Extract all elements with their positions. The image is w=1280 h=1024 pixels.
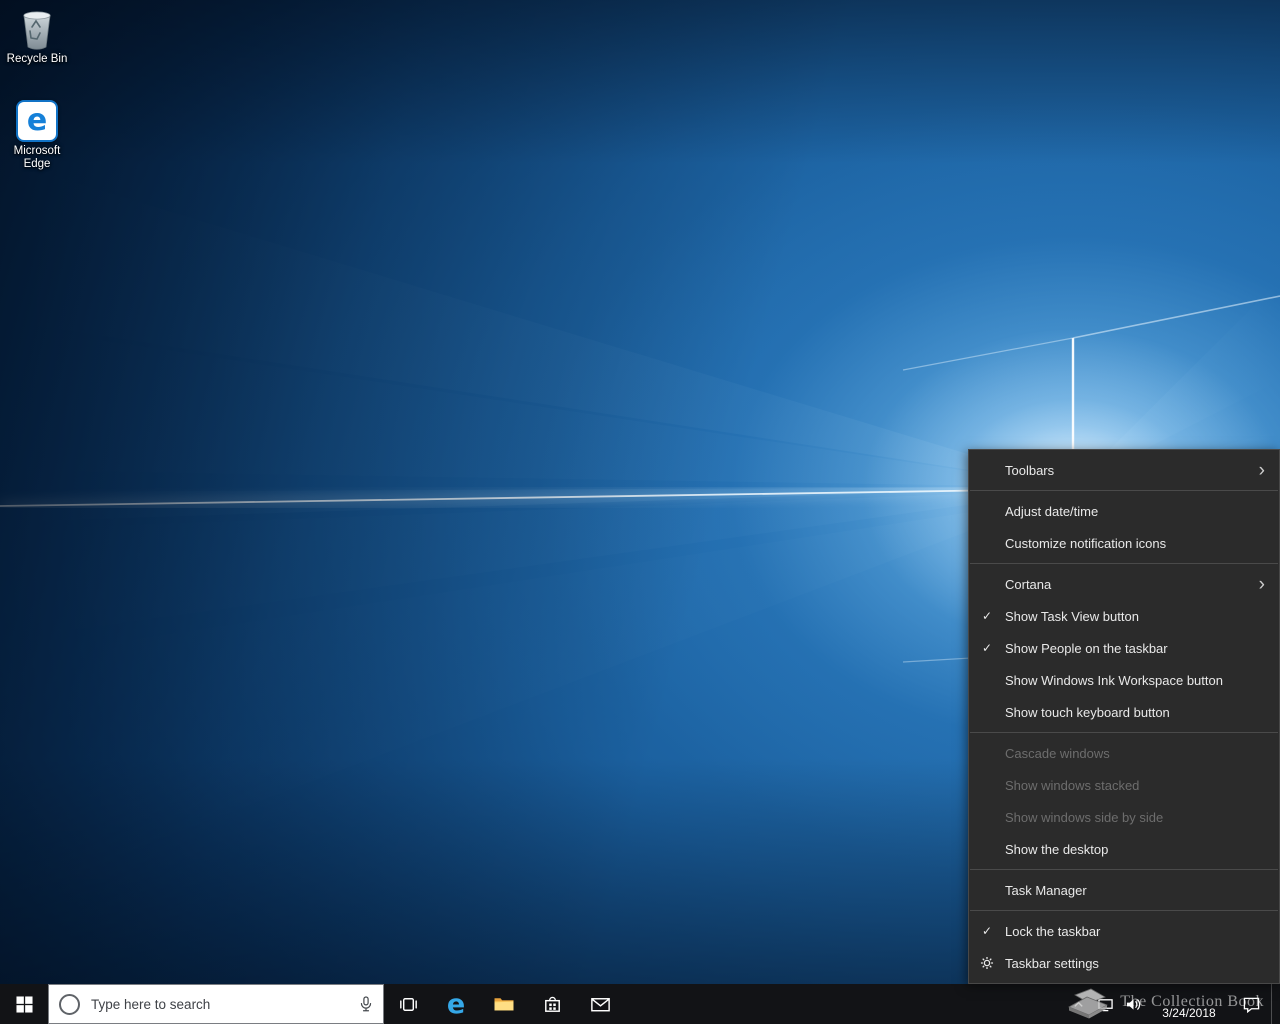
checkmark-icon: ✓ [969,609,1005,623]
microphone-icon[interactable] [359,996,373,1012]
volume-tray-button[interactable] [1119,984,1147,1024]
menu-item-label: Adjust date/time [1005,504,1271,519]
menu-separator [970,732,1278,733]
menu-item-show-windows-ink-workspace-button[interactable]: Show Windows Ink Workspace button [969,664,1279,696]
start-button[interactable] [0,984,48,1024]
menu-item-label: Task Manager [1005,883,1271,898]
task-view-button[interactable] [384,984,432,1024]
menu-item-show-task-view-button[interactable]: ✓Show Task View button [969,600,1279,632]
menu-item-task-manager[interactable]: Task Manager [969,874,1279,906]
menu-item-label: Toolbars [1005,463,1259,478]
task-view-icon [397,993,420,1016]
menu-separator [970,910,1278,911]
chevron-up-icon [1072,998,1085,1011]
network-tray-button[interactable] [1091,984,1119,1024]
menu-item-label: Show windows stacked [1005,778,1271,793]
menu-item-lock-the-taskbar[interactable]: ✓Lock the taskbar [969,915,1279,947]
menu-item-taskbar-settings[interactable]: Taskbar settings [969,947,1279,979]
menu-item-label: Show touch keyboard button [1005,705,1271,720]
show-desktop-button[interactable] [1271,984,1280,1024]
action-center-button[interactable] [1231,984,1271,1024]
menu-item-label: Cascade windows [1005,746,1271,761]
tray-date: 3/24/2018 [1162,1006,1215,1020]
action-center-icon [1242,996,1261,1013]
menu-item-toolbars[interactable]: Toolbars› [969,454,1279,486]
volume-icon [1125,997,1142,1012]
menu-separator [970,869,1278,870]
menu-item-customize-notification-icons[interactable]: Customize notification icons [969,527,1279,559]
tray-show-hidden-icons-button[interactable] [1065,984,1091,1024]
microsoft-store-icon [541,993,564,1016]
network-icon [1097,997,1114,1012]
menu-item-label: Show windows side by side [1005,810,1271,825]
menu-item-show-the-desktop[interactable]: Show the desktop [969,833,1279,865]
system-tray: 3/24/2018 [1065,984,1280,1024]
menu-item-label: Show the desktop [1005,842,1271,857]
mail-icon [589,993,612,1016]
menu-item-show-windows-side-by-side: Show windows side by side [969,801,1279,833]
menu-item-show-touch-keyboard-button[interactable]: Show touch keyboard button [969,696,1279,728]
checkmark-icon: ✓ [969,924,1005,938]
edge-e-glyph: e [27,106,47,136]
menu-separator [970,563,1278,564]
desktop-icon-microsoft-edge[interactable]: e Microsoft Edge [0,100,74,171]
menu-item-show-windows-stacked: Show windows stacked [969,769,1279,801]
cortana-icon [59,994,80,1015]
taskbar-clock[interactable]: 3/24/2018 [1147,984,1231,1024]
taskbar-search[interactable] [48,984,384,1024]
menu-item-label: Show Windows Ink Workspace button [1005,673,1271,688]
taskbar: e [0,984,1280,1024]
desktop-icon-label: Microsoft Edge [0,145,74,171]
microsoft-edge-icon: e [447,991,465,1018]
menu-item-cascade-windows: Cascade windows [969,737,1279,769]
taskbar-context-menu: Toolbars›Adjust date/timeCustomize notif… [968,449,1280,984]
submenu-arrow-icon: › [1259,461,1271,480]
gear-icon [969,956,1005,970]
menu-item-label: Cortana [1005,577,1259,592]
menu-item-cortana[interactable]: Cortana› [969,568,1279,600]
menu-item-adjust-date-time[interactable]: Adjust date/time [969,495,1279,527]
checkmark-icon: ✓ [969,641,1005,655]
menu-separator [970,490,1278,491]
store-button[interactable] [528,984,576,1024]
menu-item-label: Customize notification icons [1005,536,1271,551]
recycle-bin-icon [16,8,58,50]
submenu-arrow-icon: › [1259,575,1271,594]
file-explorer-icon [492,992,516,1016]
menu-item-label: Lock the taskbar [1005,924,1271,939]
menu-item-show-people-on-the-taskbar[interactable]: ✓Show People on the taskbar [969,632,1279,664]
file-explorer-button[interactable] [480,984,528,1024]
desktop-icon-label: Recycle Bin [0,53,74,66]
menu-item-label: Show Task View button [1005,609,1271,624]
menu-item-label: Taskbar settings [1005,956,1271,971]
menu-item-label: Show People on the taskbar [1005,641,1271,656]
search-input[interactable] [89,996,350,1013]
taskbar-edge-button[interactable]: e [432,984,480,1024]
desktop: Recycle Bin e Microsoft Edge Toolbars›Ad… [0,0,1280,1024]
microsoft-edge-icon: e [16,100,58,142]
mail-button[interactable] [576,984,624,1024]
desktop-icon-recycle-bin[interactable]: Recycle Bin [0,8,74,66]
windows-logo-icon [16,996,33,1013]
